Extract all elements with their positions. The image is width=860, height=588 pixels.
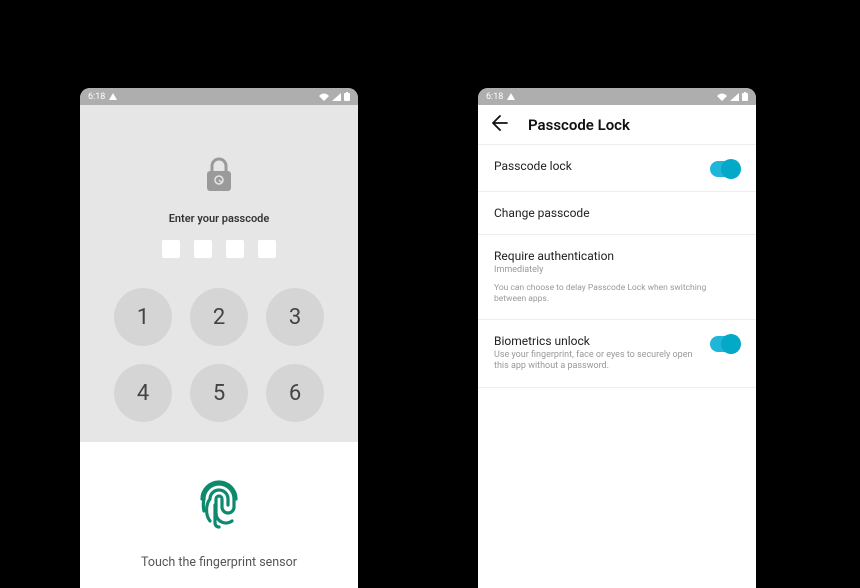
key-3[interactable]: 3 — [266, 288, 324, 346]
status-icons — [319, 92, 350, 101]
status-bar: 6:18 — [80, 88, 358, 105]
status-bar: 6:18 — [478, 88, 756, 105]
status-time: 6:18 — [88, 92, 105, 102]
key-2[interactable]: 2 — [190, 288, 248, 346]
warning-icon — [109, 93, 117, 100]
lock-screen: Enter your passcode 1 2 3 4 5 6 — [80, 105, 358, 442]
setting-description: Use your fingerprint, face or eyes to se… — [494, 350, 700, 373]
status-time: 6:18 — [486, 92, 503, 102]
setting-label: Biometrics unlock — [494, 334, 700, 348]
fingerprint-prompt: Touch the fingerprint sensor — [141, 555, 297, 570]
passcode-digit — [226, 240, 244, 258]
row-change-passcode[interactable]: Change passcode — [478, 192, 756, 235]
passcode-digit — [258, 240, 276, 258]
setting-value: Immediately — [494, 265, 740, 277]
key-4[interactable]: 4 — [114, 364, 172, 422]
app-bar: Passcode Lock — [478, 105, 756, 145]
toggle-biometrics[interactable] — [710, 336, 740, 352]
key-6[interactable]: 6 — [266, 364, 324, 422]
key-5[interactable]: 5 — [190, 364, 248, 422]
passcode-digit — [162, 240, 180, 258]
row-require-authentication[interactable]: Require authentication Immediately You c… — [478, 235, 756, 320]
row-passcode-lock[interactable]: Passcode lock — [478, 145, 756, 192]
row-biometrics-unlock[interactable]: Biometrics unlock Use your fingerprint, … — [478, 320, 756, 388]
setting-description: You can choose to delay Passcode Lock wh… — [494, 283, 740, 305]
setting-label: Require authentication — [494, 249, 740, 263]
status-icons — [717, 92, 748, 101]
page-title: Passcode Lock — [528, 116, 630, 134]
fingerprint-panel[interactable]: Touch the fingerprint sensor — [80, 442, 358, 588]
lock-icon — [204, 157, 234, 197]
toggle-passcode-lock[interactable] — [710, 161, 740, 177]
passcode-digit — [194, 240, 212, 258]
key-1[interactable]: 1 — [114, 288, 172, 346]
fingerprint-icon — [194, 477, 244, 537]
phone-passcode-settings: 6:18 Passcode Lock Passcode lock Change … — [478, 88, 756, 588]
passcode-input[interactable] — [162, 240, 276, 258]
numeric-keypad: 1 2 3 4 5 6 — [114, 288, 324, 422]
setting-label: Passcode lock — [494, 159, 700, 173]
back-arrow-icon[interactable] — [492, 115, 508, 135]
warning-icon — [507, 93, 515, 100]
setting-label: Change passcode — [494, 206, 740, 220]
phone-passcode-entry: 6:18 Enter your passcode 1 2 — [80, 88, 358, 588]
passcode-prompt: Enter your passcode — [169, 212, 270, 225]
